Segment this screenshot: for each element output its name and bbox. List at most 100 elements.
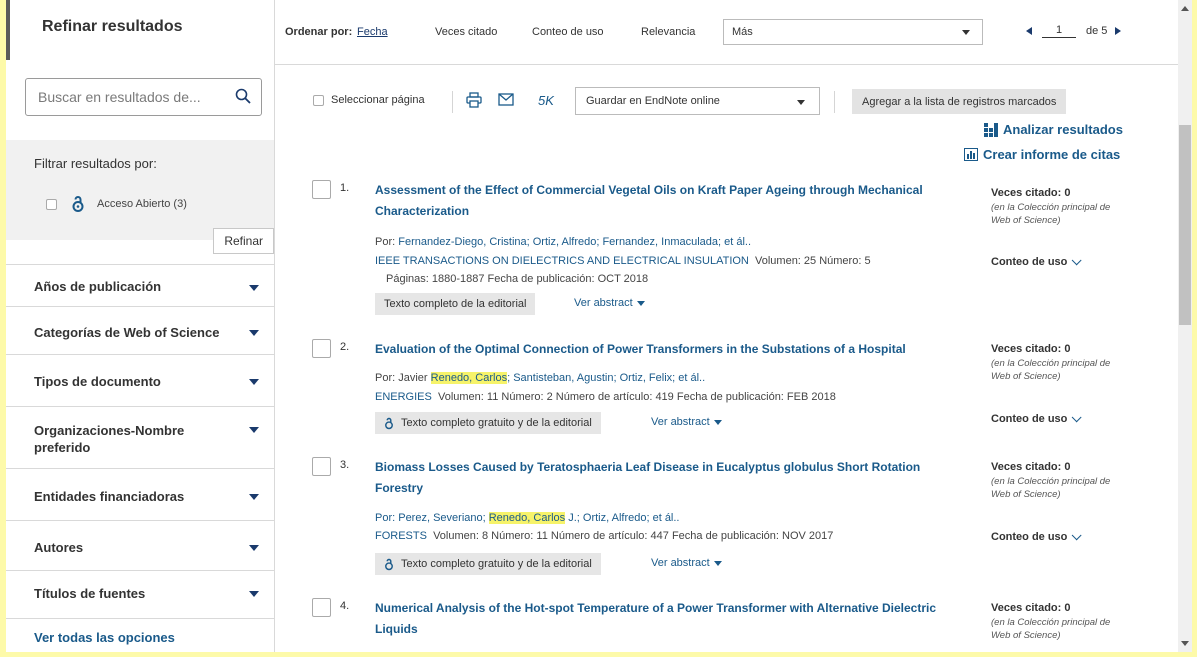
facet-label: Entidades financiadoras [34, 489, 185, 504]
record-checkbox[interactable] [312, 457, 331, 476]
refine-sidebar: Refinar resultados Filtrar resultados po… [6, 0, 275, 652]
open-access-icon [385, 417, 393, 429]
times-cited-note: (en la Colección principal de Web of Sci… [991, 358, 1111, 382]
record-checkbox[interactable] [312, 180, 331, 199]
record-title[interactable]: Numerical Analysis of the Hot-spot Tempe… [375, 598, 960, 640]
toolbar-divider [452, 91, 453, 113]
view-abstract-link[interactable]: Ver abstract [574, 297, 645, 309]
chevron-down-icon [249, 285, 259, 291]
record-checkbox[interactable] [312, 598, 331, 617]
record-authors: Por: Javier Renedo, Carlos; Santisteban,… [375, 372, 706, 384]
bar-chart-icon [964, 148, 978, 161]
scrollbar-thumb[interactable] [1179, 125, 1191, 325]
chevron-down-icon [797, 100, 805, 105]
vertical-scrollbar[interactable] [1178, 0, 1192, 652]
citation-report-link[interactable]: Crear informe de citas [964, 147, 1120, 162]
full-text-button[interactable]: Texto completo de la editorial [375, 293, 536, 315]
filter-panel: Filtrar resultados por: Acceso Abierto (… [6, 140, 274, 254]
record-number: 4. [340, 600, 350, 612]
highlighted-author[interactable]: Renedo, Carlos [430, 372, 508, 384]
record-checkbox[interactable] [312, 339, 331, 358]
usage-count-toggle[interactable]: Conteo de uso [991, 529, 1082, 543]
times-cited-note: (en la Colección principal de Web of Sci… [991, 617, 1111, 641]
record-pages: Páginas: 1880-1887 Fecha de publicación:… [386, 273, 649, 285]
pagination: 1 de 5 [1026, 24, 1122, 38]
facet-label: Títulos de fuentes [34, 586, 146, 601]
endnote-select-value: Guardar en EndNote online [586, 95, 720, 107]
sort-date[interactable]: Fecha [357, 26, 388, 38]
full-text-button[interactable]: Texto completo gratuito y de la editoria… [375, 412, 601, 434]
more-sort-value: Más [732, 26, 753, 38]
facet-authors[interactable]: Autores [6, 520, 274, 571]
search-icon[interactable] [235, 88, 251, 104]
search-within-results[interactable] [25, 78, 262, 116]
sort-usage-count[interactable]: Conteo de uso [532, 26, 604, 38]
select-page-label: Seleccionar página [331, 94, 425, 106]
source-title-link[interactable]: FORESTS [375, 530, 427, 542]
results-window: Refinar resultados Filtrar resultados po… [6, 0, 1192, 652]
open-access-filter[interactable]: Acceso Abierto (3) [46, 195, 187, 213]
chevron-down-icon [1072, 411, 1082, 422]
record-source: IEEE TRANSACTIONS ON DIELECTRICS AND ELE… [375, 255, 871, 267]
filter-title: Filtrar resultados por: [34, 156, 157, 171]
sidebar-accent-bar [6, 0, 10, 60]
usage-count-toggle[interactable]: Conteo de uso [991, 254, 1082, 268]
page-number-input[interactable]: 1 [1042, 24, 1076, 38]
record-source: FORESTS Volumen: 8 Número: 11 Número de … [375, 530, 834, 542]
facet-label: Organizaciones-Nombre preferido [34, 423, 185, 455]
full-text-button[interactable]: Texto completo gratuito y de la editoria… [375, 553, 601, 575]
endnote-select[interactable]: Guardar en EndNote online [575, 87, 820, 115]
sidebar-title: Refinar resultados [42, 18, 183, 35]
more-sort-select[interactable]: Más [723, 19, 983, 45]
scroll-down-icon[interactable] [1181, 641, 1189, 646]
chevron-down-icon [249, 545, 259, 551]
record-title[interactable]: Biomass Losses Caused by Teratosphaeria … [375, 457, 960, 499]
analyze-label: Analizar resultados [1003, 122, 1123, 137]
source-title-link[interactable]: IEEE TRANSACTIONS ON DIELECTRICS AND ELE… [375, 255, 749, 267]
analyze-icon [984, 122, 998, 137]
times-cited-note: (en la Colección principal de Web of Sci… [991, 202, 1111, 226]
open-access-checkbox[interactable] [46, 198, 57, 210]
record-title[interactable]: Evaluation of the Optimal Connection of … [375, 339, 975, 360]
facet-funding-agencies[interactable]: Entidades financiadoras [6, 468, 274, 521]
sort-relevance[interactable]: Relevancia [641, 26, 695, 38]
times-cited: Veces citado: 0 [991, 602, 1071, 614]
export-5k-link[interactable]: 5K [538, 93, 554, 108]
scroll-up-icon[interactable] [1181, 6, 1189, 11]
open-access-icon [72, 196, 84, 212]
author-links[interactable]: Fernandez-Diego, Cristina; Ortiz, Alfred… [398, 236, 751, 248]
highlighted-author[interactable]: Renedo, Carlos [488, 512, 566, 524]
open-access-label: Acceso Abierto (3) [97, 198, 187, 210]
add-to-marked-list-button[interactable]: Agregar a la lista de registros marcados [852, 89, 1067, 114]
results-main: Ordenar por: Fecha Veces citado Conteo d… [274, 0, 1178, 652]
facet-document-types[interactable]: Tipos de documento [6, 354, 274, 407]
facet-label: Tipos de documento [34, 374, 161, 389]
sort-times-cited[interactable]: Veces citado [435, 26, 497, 38]
email-icon[interactable] [498, 93, 514, 106]
view-abstract-link[interactable]: Ver abstract [651, 557, 722, 569]
search-input[interactable] [36, 88, 230, 106]
select-page[interactable]: Seleccionar página [313, 94, 425, 106]
record-title[interactable]: Assessment of the Effect of Commercial V… [375, 180, 960, 222]
facet-publication-years[interactable]: Años de publicación [6, 264, 274, 307]
see-all-options-link[interactable]: Ver todas las opciones [34, 630, 175, 645]
print-icon[interactable] [466, 92, 482, 108]
facet-source-titles[interactable]: Títulos de fuentes [6, 570, 274, 619]
record-authors: Por: Fernandez-Diego, Cristina; Ortiz, A… [375, 236, 752, 248]
record-number: 2. [340, 341, 350, 353]
chevron-down-icon [1072, 529, 1082, 540]
page-total: de 5 [1086, 25, 1108, 37]
source-title-link[interactable]: ENERGIES [375, 391, 432, 403]
refine-button[interactable]: Refinar [213, 228, 274, 254]
usage-count-toggle[interactable]: Conteo de uso [991, 411, 1082, 425]
next-page-icon[interactable] [1115, 27, 1122, 35]
view-abstract-link[interactable]: Ver abstract [651, 416, 722, 428]
citation-info: Veces citado: 0 (en la Colección princip… [991, 187, 1131, 227]
facet-organizations[interactable]: Organizaciones-Nombre preferido [6, 406, 274, 469]
analyze-results-link[interactable]: Analizar resultados [984, 122, 1123, 137]
facet-wos-categories[interactable]: Categorías de Web of Science [6, 306, 274, 355]
chevron-down-icon [713, 560, 722, 566]
prev-page-icon[interactable] [1026, 27, 1032, 35]
citation-info: Veces citado: 0 (en la Colección princip… [991, 343, 1131, 383]
select-page-checkbox[interactable] [313, 94, 324, 106]
